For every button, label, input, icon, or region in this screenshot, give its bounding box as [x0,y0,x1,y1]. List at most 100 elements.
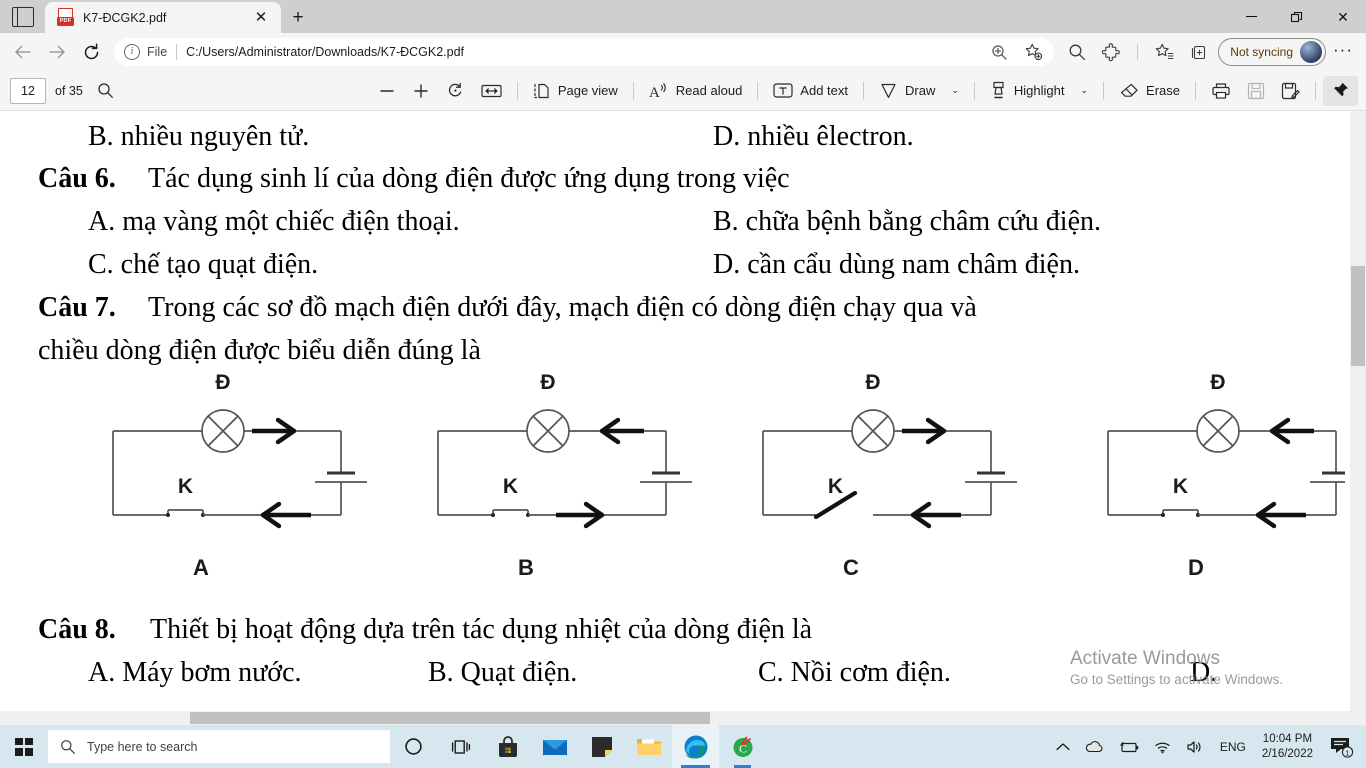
toolbar-divider [757,81,759,100]
sticky-notes-icon [591,736,612,757]
taskbar-app-mail[interactable] [531,725,578,768]
new-tab-button[interactable]: + [281,2,315,33]
read-aloud-button[interactable]: A Read aloud [641,76,751,106]
eraser-icon [1119,82,1139,100]
minimize-icon [1245,15,1257,18]
collections-puzzle-button[interactable] [1094,37,1128,67]
forward-button[interactable] [40,37,74,67]
pin-toolbar-button[interactable] [1323,75,1358,106]
draw-options-button[interactable]: ⌄ [943,76,967,106]
windows-taskbar: Type here to search C ENG 10:04 PM 2/16/… [0,725,1366,768]
zoom-in-magnifier-icon [992,44,1007,60]
task-view-button[interactable] [437,725,484,768]
cortana-circle-icon [405,738,422,755]
pdf-viewer-canvas[interactable]: B. nhiều nguyên tử. D. nhiều êlectron. Câu… [0,111,1366,731]
language-indicator[interactable]: ENG [1213,725,1253,768]
svg-text:1: 1 [1345,748,1349,757]
lamp-label: Đ [540,373,555,394]
find-button[interactable] [89,76,122,106]
show-hidden-icons-button[interactable] [1049,725,1077,768]
option-letter: A [193,555,209,580]
erase-button[interactable]: Erase [1111,76,1188,106]
draw-button[interactable]: Draw [871,76,943,106]
scrollbar-thumb[interactable] [190,712,710,724]
url-text[interactable]: C:/Users/Administrator/Downloads/K7-ĐCGK… [186,45,982,59]
start-button[interactable] [0,725,48,768]
rotate-button[interactable] [438,76,473,106]
current-arrow-bottom [556,501,605,529]
volume-tray-icon[interactable] [1179,725,1213,768]
site-info-icon[interactable]: i [124,44,140,60]
horizontal-scrollbar[interactable] [0,711,1366,725]
action-center-icon: 1 [1331,737,1354,758]
pdf-text-line-q6_b: B. chữa bệnh bằng châm cứu điện. [713,206,1102,237]
search-in-page-button[interactable] [1060,37,1094,67]
add-favorite-button[interactable] [1016,37,1050,67]
battery-charging-icon [1120,741,1139,752]
vertical-scrollbar[interactable]: ▼ [1350,111,1366,731]
collections-button[interactable] [1181,37,1215,67]
favorites-button[interactable] [1147,37,1181,67]
collections-icon [1191,45,1205,59]
highlight-options-button[interactable]: ⌄ [1072,76,1096,106]
toolbar-divider [1315,81,1316,100]
page-number-input[interactable]: 12 [10,77,46,104]
option-letter: D [1188,555,1204,580]
tab-search-button[interactable] [0,0,45,33]
notifications-button[interactable]: 1 [1322,725,1362,768]
scrollbar-thumb[interactable] [1351,266,1365,366]
network-tray-icon[interactable] [1147,725,1179,768]
extensions-puzzle-icon [1101,42,1120,61]
zoom-out-button[interactable] [370,76,404,106]
add-text-button[interactable]: Add text [765,76,856,106]
highlight-button[interactable]: Highlight [982,76,1073,106]
settings-and-more-button[interactable]: ··· [1326,37,1360,67]
svg-text:C: C [738,741,746,755]
close-window-button[interactable]: ✕ [1320,0,1366,33]
browser-tab[interactable]: PDF K7-ĐCGK2.pdf ✕ [45,2,281,33]
onedrive-tray-icon[interactable] [1077,725,1111,768]
pdf-text-line-q7_stem1: Trong các sơ đồ mạch điện dưới đây, mạch… [148,292,977,323]
pdf-toolbar: 12 of 35 Page view A Read aloud Add text… [0,71,1366,111]
highlight-label: Highlight [1013,83,1065,98]
save-as-button[interactable] [1273,76,1308,106]
pdf-text-line-q7_num: Câu 7. [38,292,116,323]
navigation-bar: i File C:/Users/Administrator/Downloads/… [0,33,1366,71]
task-view-icon [451,739,470,754]
page-view-button[interactable]: Page view [525,76,626,106]
star-plus-icon [1025,43,1042,61]
mail-icon [542,739,567,755]
read-aloud-label: Read aloud [675,83,743,98]
maximize-button[interactable] [1274,0,1320,33]
taskbar-app-microsoft-store[interactable] [484,725,531,768]
zoom-indicator-button[interactable] [982,37,1016,67]
option-letter: C [843,555,859,580]
pdf-text-line-q6_a: A. mạ vàng một chiếc điện thoại. [88,206,460,237]
circuit-diagrams: Đ K A Đ K B Đ K C Đ K D [112,373,1345,580]
taskbar-app-sticky-notes[interactable] [578,725,625,768]
minimize-button[interactable] [1228,0,1274,33]
fit-to-width-button[interactable] [473,76,510,106]
clock[interactable]: 10:04 PM 2/16/2022 [1253,725,1322,768]
close-tab-icon[interactable]: ✕ [249,6,273,30]
taskbar-app-file-explorer[interactable] [625,725,672,768]
zoom-in-button[interactable] [404,76,438,106]
address-bar[interactable]: i File C:/Users/Administrator/Downloads/… [114,37,1055,67]
pdf-text-line-q6_stem: Tác dụng sinh lí của dòng điện được ứng … [148,163,790,194]
highlighter-icon [990,81,1007,100]
minus-icon [380,89,394,92]
lamp-label: Đ [1210,373,1225,394]
taskbar-search-input[interactable]: Type here to search [48,730,390,763]
cortana-button[interactable] [390,725,437,768]
browser-window: PDF K7-ĐCGK2.pdf ✕ + ✕ i File C:/Users/A… [0,0,1366,768]
reload-button[interactable] [74,37,108,67]
circuit-option-b: Đ K B [437,373,692,580]
taskbar-app-unikey[interactable]: C [719,725,766,768]
taskbar-app-microsoft-edge[interactable] [672,725,719,768]
battery-tray-icon[interactable] [1111,725,1147,768]
back-button[interactable] [6,37,40,67]
print-button[interactable] [1203,76,1239,106]
microsoft-store-icon [498,735,517,757]
profile-button[interactable]: Not syncing [1218,38,1326,66]
save-button[interactable] [1239,76,1273,106]
